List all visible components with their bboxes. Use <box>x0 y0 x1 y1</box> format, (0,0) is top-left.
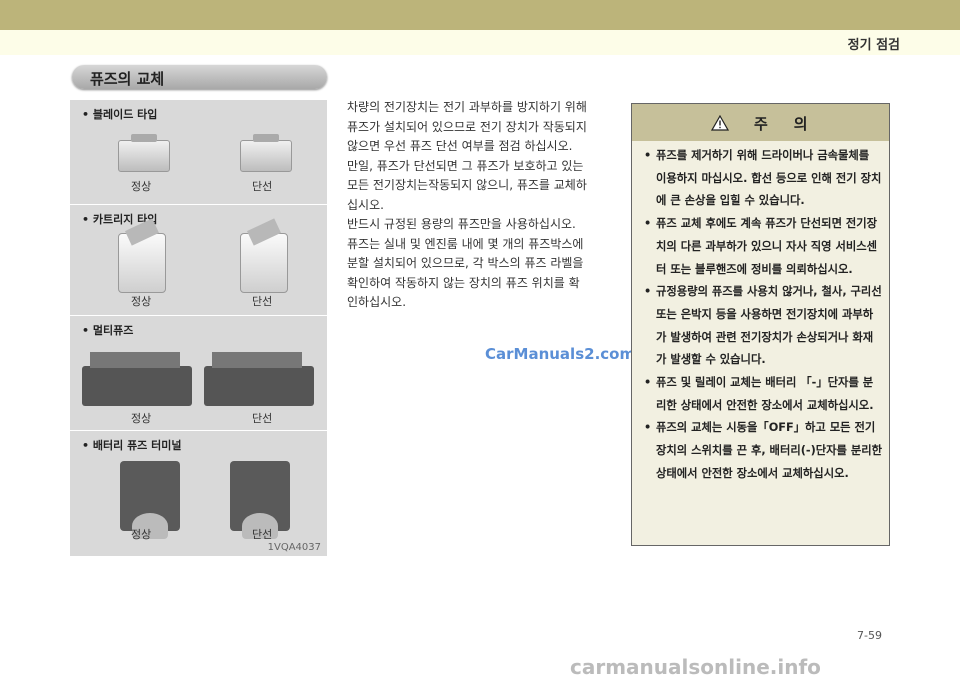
warning-triangle-icon <box>711 115 729 131</box>
body-line: 확인하여 작동하지 않는 장치의 퓨즈 위치를 확 <box>347 275 580 290</box>
body-line: 퓨즈는 실내 및 엔진룸 내에 몇 개의 퓨즈박스에 <box>347 236 584 251</box>
multifuse-blown-image <box>204 352 314 406</box>
caution-body: 퓨즈를 제거하기 위해 드라이버나 금속물체를 이용하지 마십시오. 합선 등으… <box>632 141 889 545</box>
blade-fuse-normal-image <box>118 134 170 172</box>
cartridge-fuse-blown-image <box>240 218 288 293</box>
body-line: 인하십시오. <box>347 295 407 309</box>
body-line: 만일, 퓨즈가 단선되면 그 퓨즈가 보호하고 있는 <box>347 158 584 173</box>
photo-code: 1VQA4037 <box>267 542 321 553</box>
body-line: 퓨즈가 설치되어 있으므로 전기 장치가 작동되지 <box>347 119 587 134</box>
blown-label: 단선 <box>252 295 273 308</box>
fuse-section-cartridge: • 카트리지 타입 정상 단선 <box>70 205 327 316</box>
fuse-section-multifuse: • 멀티퓨즈 정상 단선 <box>70 316 327 431</box>
caution-header: 주의 <box>632 104 889 141</box>
caution-item: 퓨즈를 제거하기 위해 드라이버나 금속물체를 이용하지 마십시오. 합선 등으… <box>644 145 883 213</box>
fuse-section-heading: • 멀티퓨즈 <box>82 324 134 337</box>
page-header: 정기 점검 <box>0 0 960 55</box>
normal-label: 정상 <box>131 528 152 541</box>
blade-fuse-blown-image <box>240 134 292 172</box>
blown-label: 단선 <box>252 180 273 193</box>
normal-label: 정상 <box>131 295 152 308</box>
watermark-text: CarManuals2.com <box>485 345 636 363</box>
fuse-section-battery-terminal: • 배터리 퓨즈 터미널 정상 단선 1VQA4037 <box>70 431 327 556</box>
fuse-section-blade: • 블레이드 타입 정상 단선 <box>70 100 327 205</box>
body-line: 차량의 전기장치는 전기 과부하를 방지하기 위해 <box>347 100 587 114</box>
normal-label: 정상 <box>131 180 152 193</box>
blown-label: 단선 <box>252 412 273 425</box>
page-number: 7-59 <box>857 629 882 642</box>
body-line: 반드시 규정된 용량의 퓨즈만을 사용하십시오. <box>347 217 576 231</box>
caution-item: 규정용량의 퓨즈를 사용치 않거나, 철사, 구리선 또는 은박지 등을 사용하… <box>644 281 883 372</box>
multifuse-normal-image <box>82 352 192 406</box>
section-title: 퓨즈의 교체 <box>90 70 165 88</box>
body-line: 모든 전기장치는작동되지 않으니, 퓨즈를 교체하 <box>347 178 587 192</box>
caution-item: 퓨즈 교체 후에도 계속 퓨즈가 단선되면 전기장치의 다른 과부하가 있으니 … <box>644 213 883 281</box>
body-text: 차량의 전기장치는 전기 과부하를 방지하기 위해 퓨즈가 설치되어 있으므로 … <box>347 98 611 313</box>
header-stripe <box>0 0 960 30</box>
battery-fuse-normal-image <box>120 461 180 539</box>
section-title-pill: 퓨즈의 교체 <box>72 65 327 89</box>
body-line: 십시오. <box>347 197 384 212</box>
body-line: 분할 설치되어 있으므로, 각 박스의 퓨즈 라벨을 <box>347 256 584 270</box>
blown-label: 단선 <box>252 528 273 541</box>
caution-item: 퓨즈의 교체는 시동을「OFF」하고 모든 전기장치의 스위치를 끈 후, 배터… <box>644 417 883 485</box>
fuse-section-heading: • 블레이드 타입 <box>82 108 158 121</box>
footer-site: carmanualsonline.info <box>570 655 821 679</box>
fuse-illustration-panel: • 블레이드 타입 정상 단선 • 카트리지 타입 정상 단선 • 멀티퓨즈 정… <box>70 100 327 556</box>
normal-label: 정상 <box>131 412 152 425</box>
caution-title: 주의 <box>754 115 834 133</box>
chapter-title: 정기 점검 <box>847 38 900 53</box>
battery-fuse-blown-image <box>230 461 290 539</box>
body-line: 않으면 우선 퓨즈 단선 여부를 점검 하십시오. <box>347 139 573 153</box>
caution-box: 주의 퓨즈를 제거하기 위해 드라이버나 금속물체를 이용하지 마십시오. 합선… <box>631 103 890 546</box>
caution-item: 퓨즈 및 릴레이 교체는 배터리 「-」단자를 분리한 상태에서 안전한 장소에… <box>644 372 883 417</box>
cartridge-fuse-normal-image <box>118 218 166 293</box>
fuse-section-heading: • 배터리 퓨즈 터미널 <box>82 439 182 452</box>
